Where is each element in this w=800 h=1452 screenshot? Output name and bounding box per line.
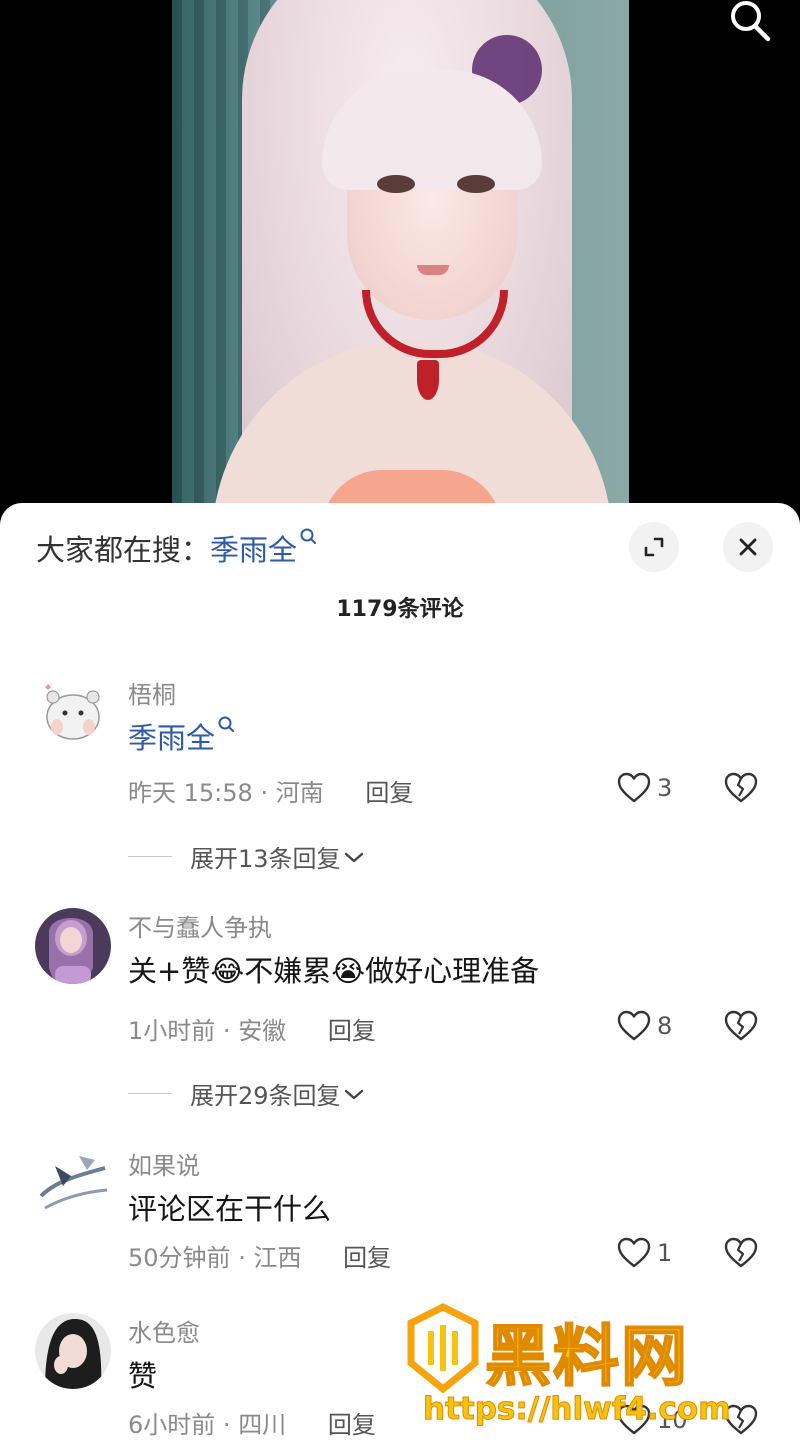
- close-icon: [739, 538, 757, 556]
- figure-lips: [417, 265, 449, 275]
- comment-item: 不与蠢人争执 关+赞😂不嫌累😭做好心理准备 1小时前 · 安徽 回复 8 展开2…: [0, 908, 800, 1128]
- avatar[interactable]: [35, 1146, 111, 1222]
- video-frame: [172, 0, 629, 520]
- watermark-logo-icon: [407, 1303, 479, 1393]
- comment-time: 6小时前: [128, 1411, 216, 1439]
- avatar-portrait-image: [35, 908, 111, 984]
- avatar-sketch-image: [35, 1146, 111, 1222]
- reply-button[interactable]: 回复: [328, 1411, 376, 1439]
- comment-author[interactable]: 水色愈: [128, 1313, 200, 1348]
- figure-pendant: [417, 360, 439, 400]
- comment-meta: 昨天 15:58 · 河南 回复: [128, 773, 413, 808]
- heart-icon: [617, 772, 651, 803]
- reply-button[interactable]: 回复: [365, 779, 413, 807]
- broken-heart-icon: [724, 1237, 758, 1268]
- figure-eye-left: [377, 175, 415, 193]
- comment-location: 河南: [275, 779, 324, 807]
- dislike-button[interactable]: [724, 772, 758, 808]
- watermark-text: 黑料网: [484, 1317, 689, 1396]
- comment-text-part: 关+赞: [128, 954, 211, 988]
- heart-icon: [617, 1010, 651, 1041]
- comment-meta: 50分钟前 · 江西 回复: [128, 1238, 391, 1273]
- comment-time: 50分钟前: [128, 1244, 231, 1272]
- comment-time: 1小时前: [128, 1017, 216, 1045]
- comment-location: 江西: [253, 1244, 302, 1272]
- comment-meta: 6小时前 · 四川 回复: [128, 1405, 376, 1440]
- divider-line: [128, 856, 172, 857]
- divider-line: [128, 1093, 172, 1094]
- comment-text: 评论区在干什么: [128, 1192, 332, 1226]
- dislike-button[interactable]: [724, 1237, 758, 1273]
- figure-eye-right: [457, 175, 495, 193]
- search-suggestion-prefix: 大家都在搜：: [36, 533, 211, 567]
- comment-text: 赞: [128, 1359, 158, 1393]
- reply-button[interactable]: 回复: [343, 1244, 391, 1272]
- like-button[interactable]: 1: [617, 1237, 672, 1269]
- like-button[interactable]: 3: [617, 772, 672, 804]
- emoji-crying: 😭: [331, 954, 366, 988]
- emoji-laugh-cry: 😂: [210, 954, 245, 988]
- expand-replies-label: 展开29条回复: [190, 1082, 341, 1110]
- heart-icon: [617, 1237, 651, 1268]
- comment-author[interactable]: 不与蠢人争执: [128, 908, 272, 943]
- comment-location: 四川: [238, 1411, 287, 1439]
- close-button[interactable]: [723, 522, 773, 572]
- like-count: 3: [657, 774, 673, 802]
- comment-time: 昨天 15:58: [128, 779, 253, 807]
- meta-separator: ·: [238, 1244, 254, 1272]
- comment-author[interactable]: 梧桐: [128, 675, 176, 710]
- expand-replies-label: 展开13条回复: [190, 845, 341, 873]
- avatar-hamster-image: [35, 675, 111, 751]
- meta-separator: ·: [222, 1411, 239, 1439]
- comment-location: 安徽: [238, 1017, 287, 1045]
- watermark: 黑料网 https://hlwf4.com: [405, 1303, 795, 1452]
- chevron-down-icon: [344, 1089, 363, 1099]
- search-icon: [731, 1, 771, 42]
- watermark-url: https://hlwf4.com: [423, 1391, 732, 1428]
- meta-separator: ·: [260, 779, 276, 807]
- search-suggestion-term[interactable]: 季雨全: [210, 533, 297, 567]
- comment-author[interactable]: 如果说: [128, 1146, 200, 1181]
- comment-sheet: 大家都在搜：季雨全 1179条评论 梧桐 季雨全 昨天 15:58 · 河南 回…: [0, 503, 800, 1452]
- like-count: 8: [657, 1012, 673, 1040]
- expand-replies-button[interactable]: 展开29条回复: [128, 1076, 367, 1111]
- search-icon: [218, 716, 235, 732]
- comment-search-link[interactable]: 季雨全: [128, 721, 215, 755]
- search-button[interactable]: [720, 0, 776, 44]
- meta-separator: ·: [222, 1017, 239, 1045]
- sheet-header: 大家都在搜：季雨全: [0, 503, 800, 593]
- comment-text-part: 做好心理准备: [365, 954, 540, 988]
- broken-heart-icon: [724, 772, 758, 803]
- comment-text-part: 不嫌累: [244, 954, 332, 988]
- expand-button[interactable]: [629, 522, 679, 572]
- video-player[interactable]: [0, 0, 800, 520]
- avatar[interactable]: [35, 675, 111, 751]
- comment-text: 关+赞😂不嫌累😭做好心理准备: [128, 948, 539, 990]
- reply-button[interactable]: 回复: [328, 1017, 376, 1045]
- comment-item: 如果说 评论区在干什么 50分钟前 · 江西 回复 1: [0, 1146, 800, 1296]
- dislike-button[interactable]: [724, 1010, 758, 1046]
- comment-text[interactable]: 季雨全: [128, 715, 235, 757]
- comment-item: 梧桐 季雨全 昨天 15:58 · 河南 回复 3 展开13条回复: [0, 675, 800, 895]
- like-button[interactable]: 8: [617, 1010, 672, 1042]
- chevron-down-icon: [344, 852, 363, 862]
- expand-replies-button[interactable]: 展开13条回复: [128, 839, 367, 874]
- broken-heart-icon: [724, 1010, 758, 1041]
- avatar[interactable]: [35, 908, 111, 984]
- avatar-portrait-image: [35, 1313, 111, 1389]
- expand-icon: [644, 537, 664, 557]
- search-suggestion: 大家都在搜：季雨全: [36, 527, 317, 569]
- search-icon: [300, 528, 317, 544]
- avatar[interactable]: [35, 1313, 111, 1389]
- comment-count: 1179条评论: [336, 597, 464, 622]
- like-count: 1: [657, 1239, 673, 1267]
- comment-meta: 1小时前 · 安徽 回复: [128, 1011, 376, 1046]
